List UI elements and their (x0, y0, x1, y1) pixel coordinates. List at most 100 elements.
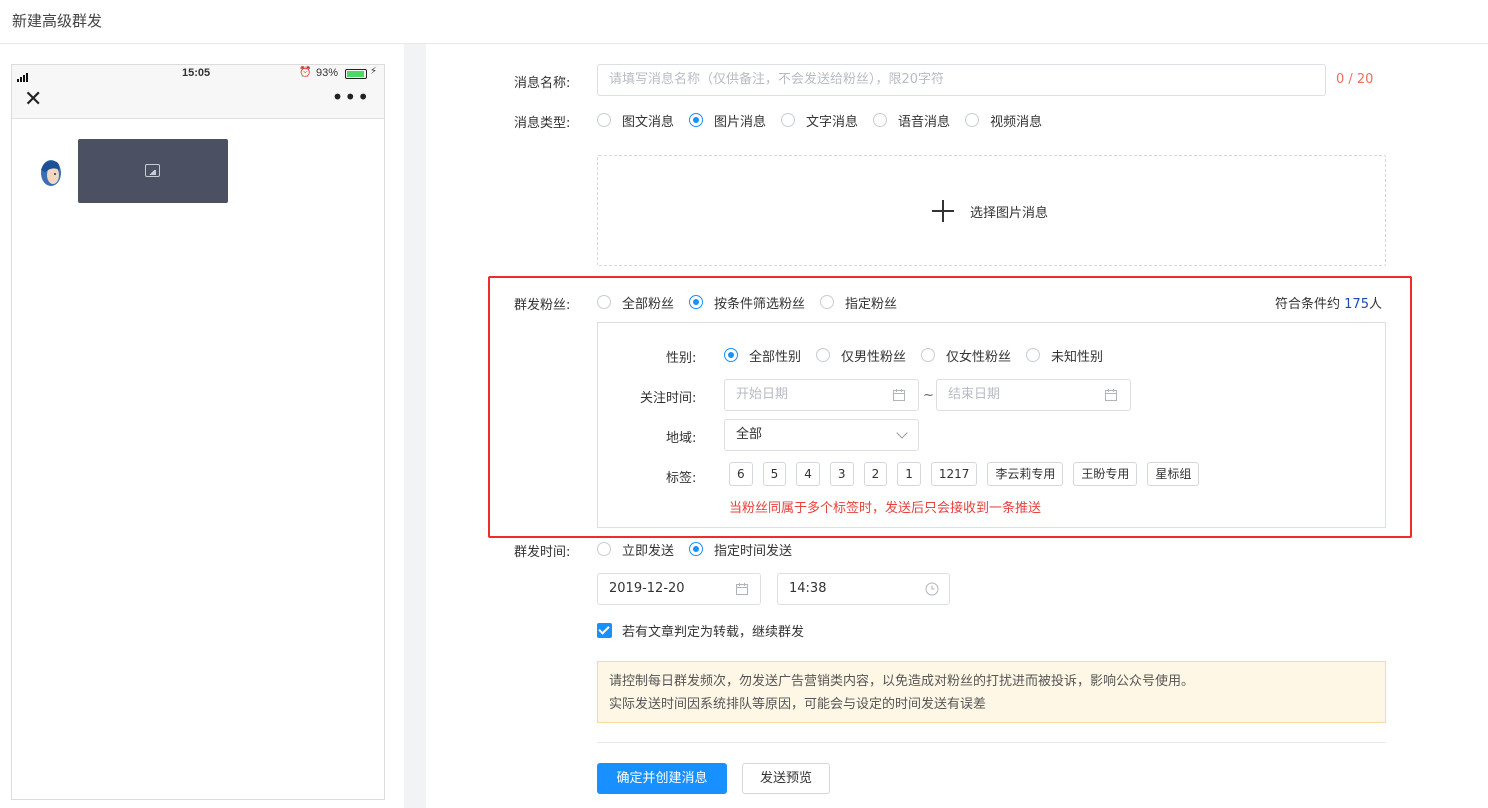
radio-circle-icon[interactable] (965, 113, 980, 127)
close-icon[interactable]: ✕ (24, 87, 42, 113)
match-suffix: 人 (1368, 297, 1382, 312)
signal-icon (17, 69, 29, 82)
message-type-option-3[interactable]: 文字消息 (781, 111, 858, 130)
tag-chip[interactable]: 星标组 (1147, 462, 1200, 486)
radio-circle-icon[interactable] (820, 295, 835, 309)
radio-circle-icon[interactable] (873, 113, 888, 127)
tag-list: 6 5 4 3 2 1 1217 李云莉专用 王盼专用 星标组 (729, 462, 1209, 486)
mass-send-form: 消息名称: 请填写消息名称（仅供备注，不会发送给粉丝），限20字符 0 / 20… (426, 44, 1488, 808)
chevron-down-icon (896, 427, 908, 439)
audience-radio-group: 全部粉丝 按条件筛选粉丝 指定粉丝 (597, 292, 912, 312)
tag-chip[interactable]: 6 (729, 462, 753, 486)
message-type-option-1[interactable]: 图文消息 (597, 111, 674, 130)
more-dots-icon[interactable]: ••• (332, 85, 370, 109)
image-icon (145, 164, 160, 177)
send-date-value: 2019-12-20 (609, 581, 685, 596)
gender-option-label: 全部性别 (749, 349, 802, 365)
message-type-option-4[interactable]: 语音消息 (873, 111, 950, 130)
send-time-value: 14:38 (789, 581, 827, 596)
tag-chip[interactable]: 5 (762, 462, 787, 486)
tag-chip[interactable]: 4 (796, 462, 820, 486)
send-time-label: 群发时间: (514, 545, 571, 560)
radio-circle-icon[interactable] (1026, 348, 1041, 362)
radio-circle-icon[interactable] (781, 113, 796, 127)
audience-option-3[interactable]: 指定粉丝 (820, 293, 897, 312)
notice-line-1: 请控制每日群发频次，勿发送广告营销类内容，以免造成对粉丝的打扰进而被投诉，影响公… (609, 674, 1195, 689)
radio-circle-icon[interactable] (724, 348, 738, 362)
battery-fill (347, 71, 364, 77)
radio-circle-icon[interactable] (689, 113, 704, 127)
tag-chip[interactable]: 1 (897, 462, 921, 486)
plus-icon (932, 200, 954, 222)
radio-circle-icon[interactable] (816, 348, 831, 362)
message-type-option-label: 文字消息 (806, 114, 859, 130)
radio-circle-icon[interactable] (597, 295, 611, 309)
audience-option-label: 按条件筛选粉丝 (714, 296, 806, 312)
match-count: 175 (1344, 297, 1369, 312)
battery-percent: 93% (316, 67, 339, 79)
upload-label: 选择图片消息 (970, 206, 1049, 221)
reprint-checkbox[interactable] (597, 623, 612, 638)
tag-chip[interactable]: 王盼专用 (1073, 462, 1138, 486)
radio-circle-icon[interactable] (597, 113, 611, 127)
phone-preview: 15:05 ⏰ 93% ⚡ ✕ ••• (11, 64, 385, 800)
tag-chip[interactable]: 3 (829, 462, 854, 486)
notice-line-2: 实际发送时间因系统排队等原因，可能会与设定的时间发送有误差 (609, 697, 987, 712)
end-date-input[interactable]: 结束日期 (936, 379, 1131, 411)
avatar (41, 160, 61, 186)
gender-option-label: 仅女性粉丝 (946, 349, 1012, 365)
battery-icon (345, 69, 367, 79)
gender-option-label: 仅男性粉丝 (841, 349, 907, 365)
audience-option-label: 指定粉丝 (845, 296, 898, 312)
audience-option-label: 全部粉丝 (622, 296, 675, 312)
message-name-label: 消息名称: (514, 76, 571, 91)
calendar-icon (736, 583, 748, 595)
radio-circle-icon[interactable] (689, 542, 704, 556)
radio-circle-icon[interactable] (597, 542, 611, 556)
audience-label: 群发粉丝: (514, 298, 571, 313)
send-preview-button[interactable]: 发送预览 (742, 763, 830, 794)
gender-option-2[interactable]: 仅男性粉丝 (816, 346, 906, 365)
region-select[interactable]: 全部 (724, 419, 919, 451)
message-type-option-label: 语音消息 (898, 114, 951, 130)
page-title: 新建高级群发 (12, 12, 103, 30)
send-time-option-label: 立即发送 (622, 543, 675, 559)
name-char-counter: 0 / 20 (1336, 72, 1374, 87)
message-type-label: 消息类型: (514, 116, 571, 131)
match-count-text: 符合条件约 175人 (1275, 293, 1382, 312)
image-upload-area[interactable]: 选择图片消息 (597, 155, 1386, 266)
send-time-option-2[interactable]: 指定时间发送 (689, 540, 792, 559)
gender-option-1[interactable]: 全部性别 (724, 346, 801, 365)
message-type-option-2[interactable]: 图片消息 (689, 111, 766, 130)
message-type-option-5[interactable]: 视频消息 (965, 111, 1042, 130)
alarm-icon: ⏰ (299, 67, 312, 78)
follow-time-label: 关注时间: (640, 391, 697, 406)
audience-option-2[interactable]: 按条件筛选粉丝 (689, 293, 805, 312)
reprint-label: 若有文章判定为转载，继续群发 (622, 625, 805, 640)
phone-nav-bar: ✕ ••• (12, 83, 384, 119)
tag-chip[interactable]: 2 (863, 462, 888, 486)
gender-option-3[interactable]: 仅女性粉丝 (921, 346, 1011, 365)
reprint-checkbox-row[interactable]: 若有文章判定为转载，继续群发 (597, 621, 804, 640)
message-type-radio-group: 图文消息 图片消息 文字消息 语音消息 视频消息 (597, 110, 1057, 130)
tag-chip[interactable]: 1217 (930, 462, 978, 486)
radio-circle-icon[interactable] (921, 348, 936, 362)
send-time-option-label: 指定时间发送 (714, 543, 793, 559)
send-time-option-1[interactable]: 立即发送 (597, 540, 674, 559)
gender-option-label: 未知性别 (1051, 349, 1104, 365)
radio-circle-icon[interactable] (689, 295, 704, 309)
form-divider (597, 742, 1386, 743)
calendar-icon (893, 389, 905, 401)
gender-radio-group: 全部性别 仅男性粉丝 仅女性粉丝 未知性别 (724, 345, 1118, 365)
tag-chip[interactable]: 李云莉专用 (987, 462, 1064, 486)
gender-option-4[interactable]: 未知性别 (1026, 346, 1103, 365)
message-name-input[interactable]: 请填写消息名称（仅供备注，不会发送给粉丝），限20字符 (597, 64, 1326, 96)
region-value: 全部 (736, 427, 763, 442)
start-date-input[interactable]: 开始日期 (724, 379, 919, 411)
phone-status-bar: 15:05 ⏰ 93% ⚡ (12, 65, 384, 83)
message-type-option-label: 视频消息 (990, 114, 1043, 130)
create-message-button[interactable]: 确定并创建消息 (597, 763, 727, 794)
calendar-icon (1105, 389, 1117, 401)
clock-icon (925, 582, 939, 596)
audience-option-1[interactable]: 全部粉丝 (597, 293, 674, 312)
